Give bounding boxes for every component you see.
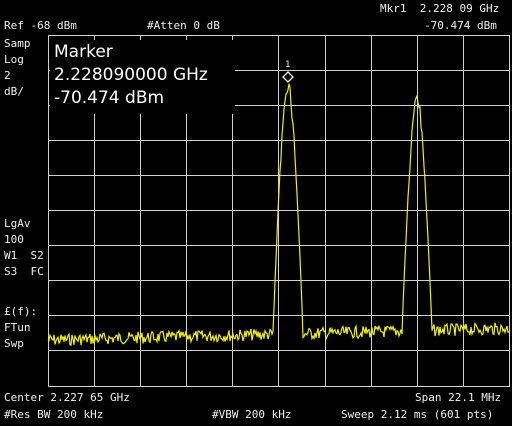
spectrum-analyzer-screen: Mkr1 2.228 09 GHz Ref -68 dBm #Atten 0 d… bbox=[0, 0, 512, 426]
marker-1-symbol bbox=[282, 71, 294, 83]
spectrum-trace bbox=[47, 83, 510, 346]
video-bandwidth: #VBW 200 kHz bbox=[212, 408, 292, 421]
marker-number: 1 bbox=[285, 60, 291, 70]
spectrum-trace-plot bbox=[47, 71, 510, 346]
center-frequency: Center 2.227 65 GHz bbox=[4, 391, 130, 404]
resolution-bandwidth: #Res BW 200 kHz bbox=[4, 408, 104, 421]
marker-diamond-icon bbox=[282, 71, 294, 83]
sweep-time: Sweep 2.12 ms (601 pts) bbox=[341, 408, 494, 421]
span-value: Span 22.1 MHz bbox=[415, 391, 502, 404]
